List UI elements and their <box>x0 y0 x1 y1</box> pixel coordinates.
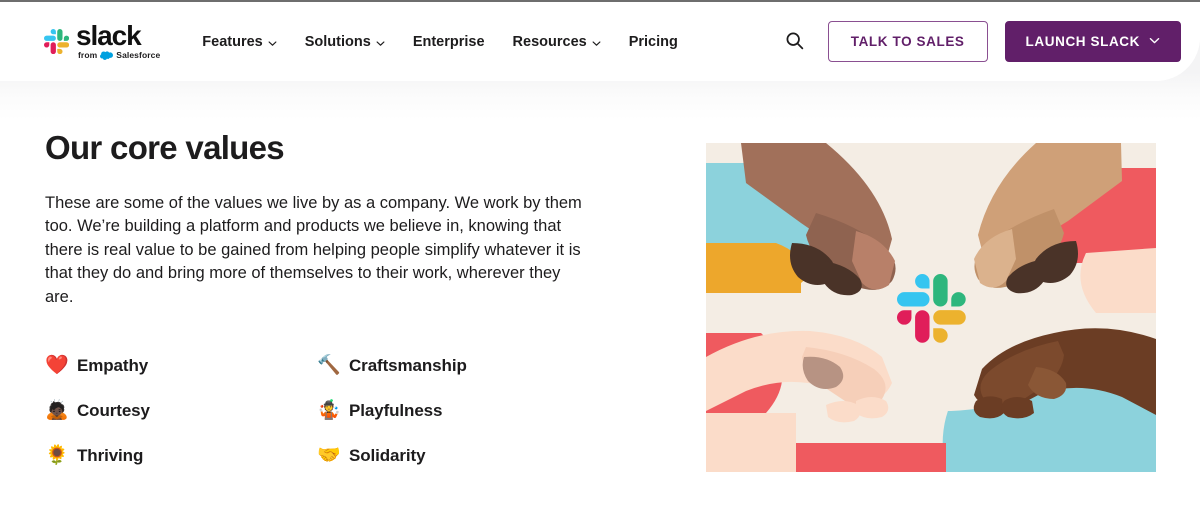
from-label: from <box>78 50 98 60</box>
main-content: Our core values These are some of the va… <box>0 120 1200 531</box>
value-label-thriving: Thriving <box>77 445 144 465</box>
values-text-column: Our core values These are some of the va… <box>45 128 605 467</box>
slack-hash-icon <box>44 29 69 54</box>
bowing-person-icon: 🙇🏿 <box>45 399 69 421</box>
intro-paragraph: These are some of the values we live by … <box>45 193 582 306</box>
sunflower-icon: 🌻 <box>45 444 69 466</box>
value-item-thriving: 🌻 Thriving <box>45 445 317 467</box>
launch-slack-label: LAUNCH SLACK <box>1025 34 1140 50</box>
site-header: slack from Salesforce Features Solutions… <box>0 2 1200 81</box>
salesforce-cloud-icon <box>100 50 114 60</box>
chevron-down-icon <box>1149 35 1160 49</box>
nav-item-solutions[interactable]: Solutions <box>291 26 399 58</box>
value-item-solidarity: 🤝 Solidarity <box>317 445 605 467</box>
talk-to-sales-button[interactable]: TALK TO SALES <box>827 21 988 62</box>
header-actions: TALK TO SALES LAUNCH SLACK <box>779 21 1181 62</box>
value-item-playfulness: 🤹 Playfulness <box>317 400 605 422</box>
value-label-empathy: Empathy <box>77 355 149 375</box>
value-label-craftsmanship: Craftsmanship <box>349 355 467 375</box>
core-values-list: ❤️ Empathy 🔨 Craftsmanship 🙇🏿 Courtesy 🤹… <box>45 355 605 467</box>
nav-label-resources: Resources <box>512 33 587 50</box>
slack-wordmark: slack <box>76 20 142 51</box>
nav-label-features: Features <box>202 33 263 50</box>
nav-item-resources[interactable]: Resources <box>499 26 615 58</box>
page-title: Our core values <box>45 129 285 166</box>
value-label-solidarity: Solidarity <box>349 445 426 465</box>
nav-label-enterprise: Enterprise <box>412 33 485 50</box>
search-icon <box>784 30 805 54</box>
value-label-playfulness: Playfulness <box>349 400 443 420</box>
value-item-empathy: ❤️ Empathy <box>45 355 317 377</box>
nav-item-enterprise[interactable]: Enterprise <box>399 26 499 58</box>
primary-navigation: Features Solutions Enterprise Resources <box>188 26 692 58</box>
chevron-down-icon <box>376 36 385 46</box>
salesforce-label: Salesforce <box>116 50 161 60</box>
slack-logo[interactable]: slack from Salesforce <box>44 20 160 60</box>
search-button[interactable] <box>779 26 811 58</box>
launch-slack-button[interactable]: LAUNCH SLACK <box>1004 21 1181 62</box>
heart-icon: ❤️ <box>45 354 69 376</box>
nav-item-pricing[interactable]: Pricing <box>615 26 692 58</box>
values-illustration-column <box>706 143 1156 472</box>
from-salesforce-lockup: from Salesforce <box>78 50 160 60</box>
nav-item-features[interactable]: Features <box>188 26 290 58</box>
nav-label-solutions: Solutions <box>304 33 371 50</box>
hammer-icon: 🔨 <box>317 354 341 376</box>
four-hands-holding-slack-logo-illustration <box>706 143 1156 472</box>
value-label-courtesy: Courtesy <box>77 400 150 420</box>
juggling-face-icon: 🤹 <box>317 399 341 421</box>
value-item-courtesy: 🙇🏿 Courtesy <box>45 400 317 422</box>
nav-label-pricing: Pricing <box>628 33 678 50</box>
chevron-down-icon <box>592 36 601 46</box>
chevron-down-icon <box>268 36 277 46</box>
handshake-icon: 🤝 <box>317 444 341 466</box>
value-item-craftsmanship: 🔨 Craftsmanship <box>317 355 605 377</box>
